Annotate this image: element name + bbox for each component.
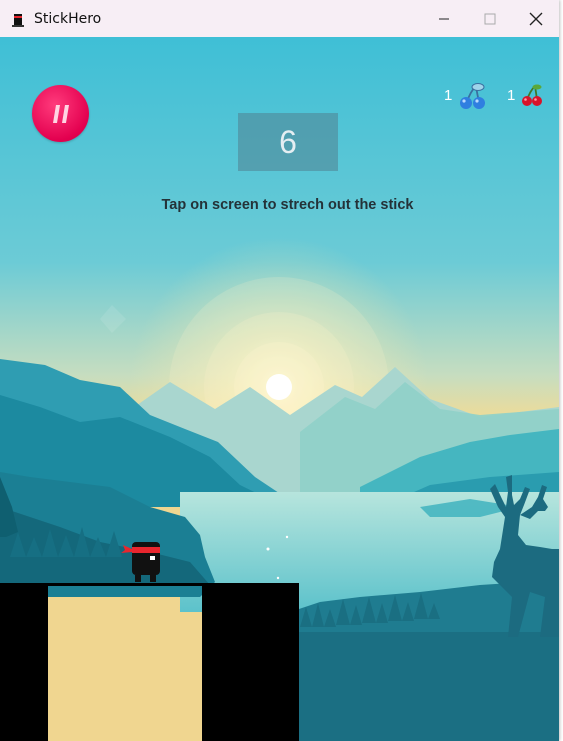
minimize-button[interactable] <box>421 0 467 37</box>
red-cherry-count: 1 <box>507 86 516 104</box>
minimize-icon <box>439 18 449 19</box>
target-platform <box>202 583 299 741</box>
score-display: 6 <box>238 113 338 171</box>
game-canvas[interactable]: 6 1 1 Tap on screen to strech out the st… <box>0 37 559 741</box>
blue-cherry-icon <box>460 83 486 109</box>
blue-cherry-counter: 1 <box>444 81 488 109</box>
title-bar: StickHero <box>0 0 559 37</box>
bridge-stick <box>48 583 202 586</box>
stickhero-app-icon <box>10 11 26 27</box>
hero-character <box>121 542 160 582</box>
instruction-text: Tap on screen to strech out the stick <box>161 197 414 213</box>
pause-button[interactable] <box>32 85 89 142</box>
blue-cherry-count: 1 <box>444 86 453 104</box>
window-controls <box>421 0 559 37</box>
close-button[interactable] <box>513 0 559 37</box>
maximize-icon <box>484 13 496 24</box>
score-value: 6 <box>279 123 297 160</box>
red-cherry-icon <box>522 84 543 106</box>
app-window: StickHero 6 1 1 Tap on screen to strech … <box>0 0 559 741</box>
red-cherry-counter: 1 <box>507 81 543 109</box>
current-platform <box>0 583 48 741</box>
close-icon <box>529 12 543 25</box>
pause-icon <box>52 104 69 123</box>
maximize-button[interactable] <box>467 0 513 37</box>
window-title: StickHero <box>34 10 102 27</box>
